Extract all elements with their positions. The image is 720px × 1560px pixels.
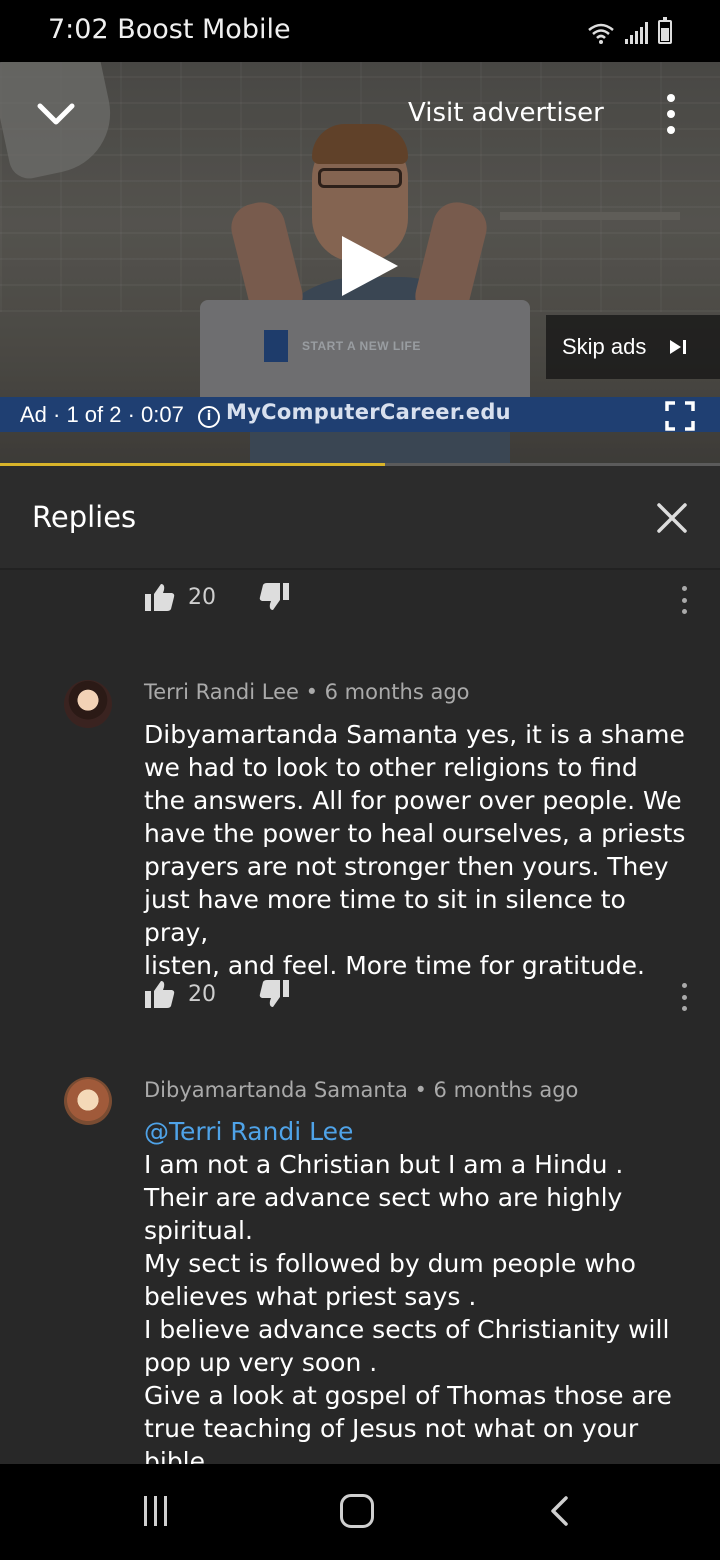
advertiser-domain[interactable]: MyComputerCareer.edu (226, 400, 511, 424)
skip-ads-label: Skip ads (562, 334, 647, 359)
mention-link[interactable]: @Terri Randi Lee (144, 1115, 694, 1148)
comment-line: Give a look at gospel of Thomas those ar… (144, 1381, 672, 1410)
comment-line: have the power to heal ourselves, a prie… (144, 819, 686, 848)
comment-text: Dibyamartanda Samanta yes, it is a shame… (144, 718, 694, 982)
play-icon[interactable] (340, 234, 400, 298)
comment-actions: 20 (144, 582, 290, 612)
comment-line: Dibyamartanda Samanta yes, it is a shame (144, 720, 685, 749)
comment-line: prayers are not stronger then yours. The… (144, 852, 669, 881)
recent-apps-icon[interactable] (144, 1496, 167, 1526)
visit-advertiser-link[interactable]: Visit advertiser (408, 98, 604, 128)
thumbs-down-icon[interactable] (258, 979, 290, 1009)
comment-line: believes what priest says . (144, 1282, 477, 1311)
thumbs-up-icon[interactable] (144, 979, 176, 1009)
replies-header: Replies (0, 466, 720, 570)
comment-line: just have more time to sit in silence to… (144, 885, 626, 947)
replies-panel: Replies 20 Terri Randi Lee • 6 months ag… (0, 466, 720, 1464)
signal-icon (625, 22, 648, 44)
comment-line: I am not a Christian but I am a Hindu . (144, 1150, 624, 1179)
info-icon[interactable]: i (198, 406, 220, 428)
more-options-icon[interactable] (656, 94, 686, 134)
like-count: 20 (188, 584, 216, 610)
comment-line: bible . (144, 1447, 221, 1464)
comment-actions: 20 (144, 979, 290, 1009)
comment-line: I believe advance sects of Christianity … (144, 1315, 670, 1344)
comment-more-icon[interactable] (678, 983, 690, 1011)
skip-next-icon (670, 340, 687, 354)
comment-line: true teaching of Jesus not what on your (144, 1414, 639, 1443)
battery-icon (658, 17, 672, 44)
back-icon[interactable] (548, 1495, 572, 1527)
home-icon[interactable] (340, 1494, 374, 1528)
comment-meta: Dibyamartanda Samanta • 6 months ago (144, 1078, 579, 1102)
thumbs-up-icon[interactable] (144, 582, 176, 612)
comment-line: spiritual. (144, 1216, 253, 1245)
comment-line: My sect is followed by dum people who (144, 1249, 636, 1278)
status-icons (587, 17, 672, 44)
comment-line: pop up very soon . (144, 1348, 378, 1377)
avatar[interactable] (64, 1077, 112, 1125)
comment-line: the answers. All for power over people. … (144, 786, 682, 815)
comment-line: listen, and feel. More time for gratitud… (144, 951, 645, 980)
wifi-icon (588, 23, 614, 44)
chevron-down-icon[interactable] (32, 90, 80, 138)
ad-counter: Ad · 1 of 2 · 0:07 (20, 402, 184, 427)
comment-line: Their are advance sect who are highly (144, 1183, 623, 1212)
avatar[interactable] (64, 680, 112, 728)
fullscreen-icon[interactable] (664, 400, 696, 432)
comment-meta: Terri Randi Lee • 6 months ago (144, 680, 470, 704)
comment-line: we had to look to other religions to fin… (144, 753, 638, 782)
like-count: 20 (188, 981, 216, 1007)
video-player[interactable]: START A NEW LIFE Visit advertiser Skip a… (0, 62, 720, 466)
close-icon[interactable] (654, 500, 690, 536)
replies-title: Replies (32, 500, 137, 534)
status-bar: 7:02 Boost Mobile (0, 0, 720, 62)
system-nav-bar (0, 1464, 720, 1560)
comment-text: @Terri Randi Lee I am not a Christian bu… (144, 1115, 694, 1464)
comment-more-icon[interactable] (678, 586, 690, 614)
thumbs-down-icon[interactable] (258, 582, 290, 612)
skip-ads-button[interactable]: Skip ads (546, 315, 720, 379)
status-time-carrier: 7:02 Boost Mobile (48, 14, 291, 45)
